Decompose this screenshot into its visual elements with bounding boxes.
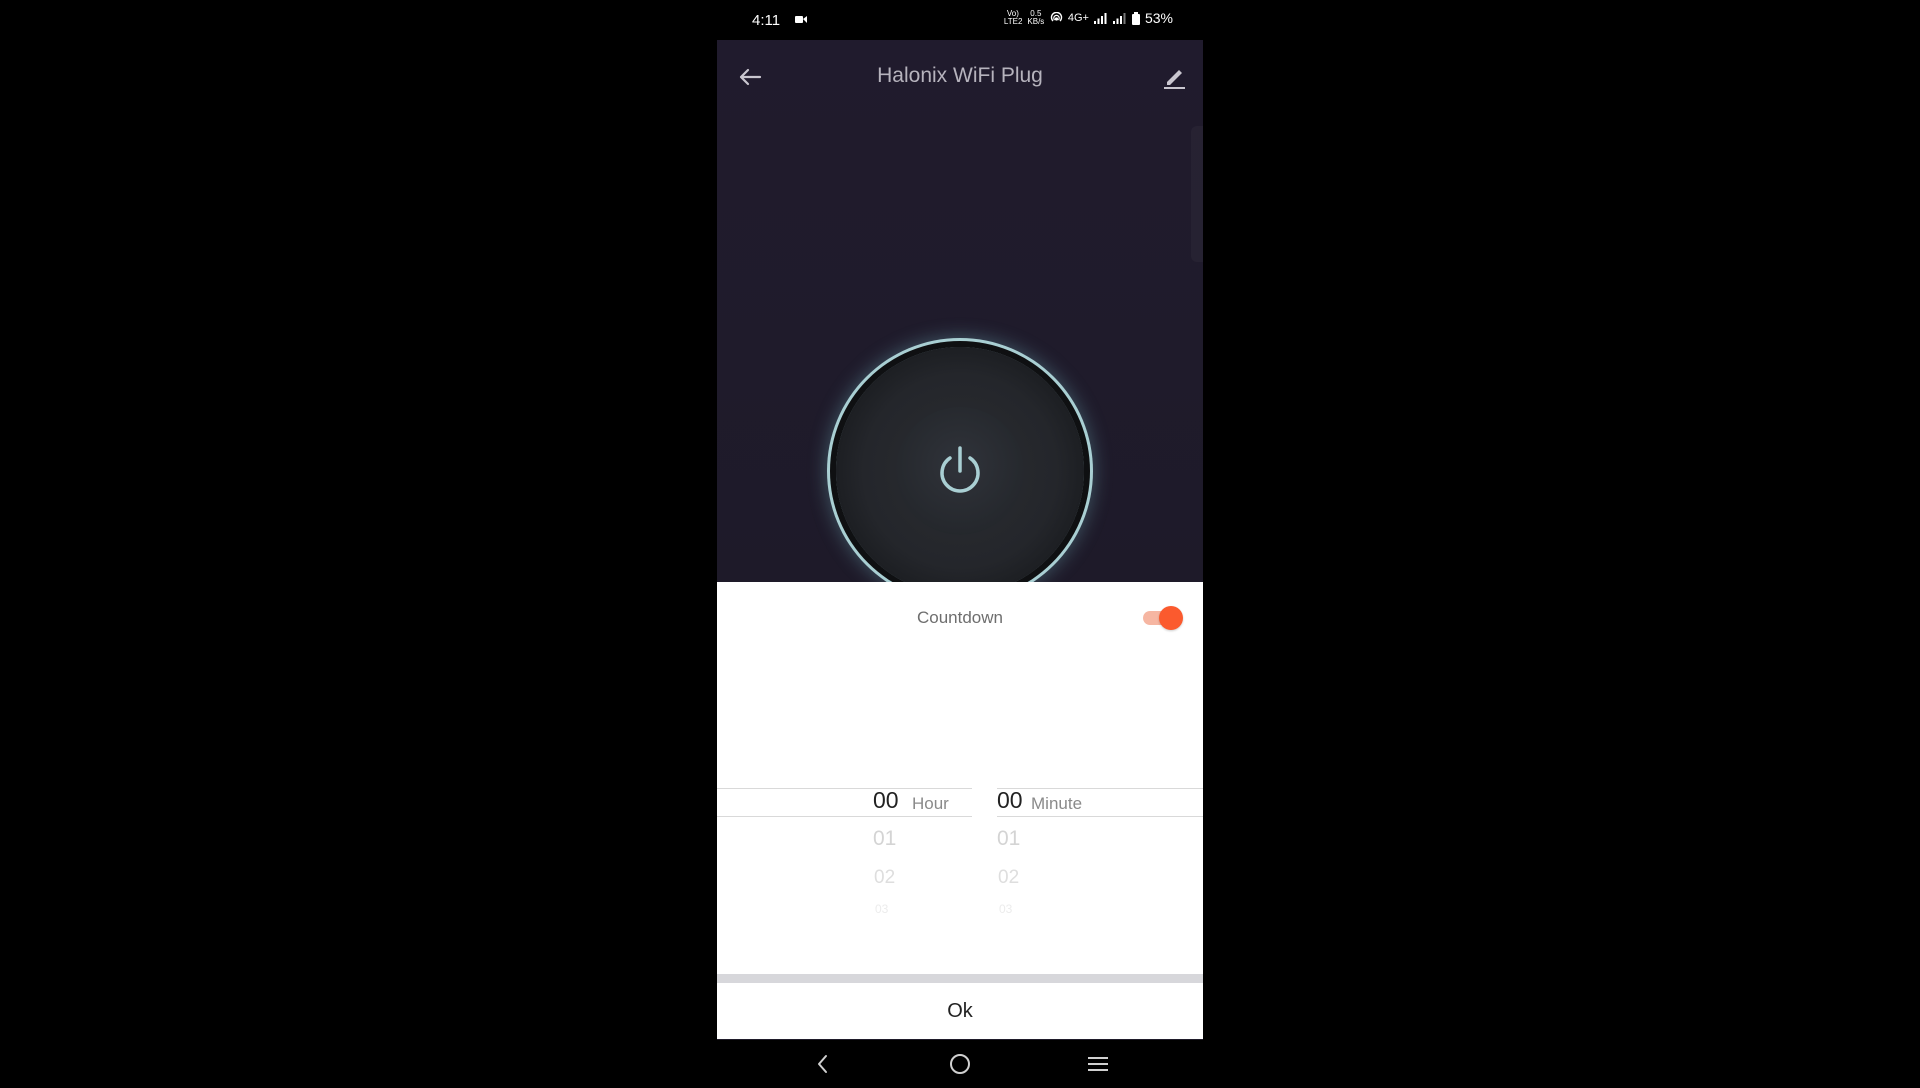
battery-percent: 53% [1144,10,1173,26]
power-button[interactable] [896,407,1024,535]
power-ring [836,347,1084,595]
minute-option[interactable]: 02 [998,867,1019,889]
volte-indicator: Vo) LTE2 [1003,9,1023,26]
minute-unit: Minute [1031,794,1083,813]
minute-picker[interactable]: 00 Minute 01 02 03 [997,582,1203,962]
video-record-icon [795,16,807,23]
hour-selected: 00 [873,787,899,813]
picker-line [717,788,972,789]
hotspot-icon [1050,12,1063,22]
scroll-indicator [1191,126,1203,262]
hour-unit: Hour [912,794,949,813]
ok-button[interactable]: Ok [717,983,1203,1039]
signal-icon [1093,13,1107,24]
battery-icon [1131,11,1140,25]
picker-line [717,816,972,817]
status-icons: Vo) LTE2 0.5 KB/s 4G+ 53% [1003,9,1173,27]
status-bar: 4:11 Vo) LTE2 0.5 KB/s 4G+ 53% [717,0,1203,40]
page-title: Halonix WiFi Plug [877,64,1043,87]
hour-option[interactable]: 02 [874,867,895,889]
system-nav-bar [717,1040,1203,1088]
minute-selected: 00 [997,787,1023,813]
picker-line [997,788,1203,789]
nav-recents-icon[interactable] [1085,1052,1111,1076]
nav-back-icon[interactable] [811,1052,835,1076]
sheet-divider [717,974,1203,983]
hour-option[interactable]: 01 [873,827,896,851]
hour-picker[interactable]: 00 Hour 01 02 03 [717,582,972,962]
device-panel: Halonix WiFi Plug [717,40,1203,595]
nav-home-icon[interactable] [948,1052,972,1076]
power-icon [940,446,980,493]
minute-option[interactable]: 01 [997,827,1020,851]
edit-pencil-icon[interactable] [1159,62,1189,92]
app-bar: Halonix WiFi Plug [717,40,1203,110]
status-time: 4:11 [752,12,781,29]
signal-icon-2 [1112,13,1126,24]
network-speed: 0.5 KB/s [1027,9,1045,26]
minute-option[interactable]: 03 [999,902,1012,916]
picker-line [997,816,1203,817]
hour-option[interactable]: 03 [875,902,888,916]
network-type: 4G+ [1067,12,1089,24]
app-screen: Halonix WiFi Plug Countdown 00 Hour 01 0… [717,40,1203,1040]
countdown-sheet: Countdown 00 Hour 01 02 03 00 Minute 01 … [717,582,1203,1039]
